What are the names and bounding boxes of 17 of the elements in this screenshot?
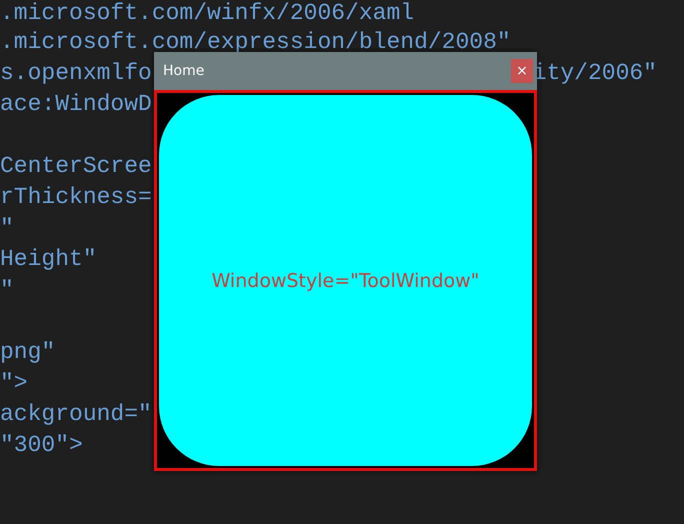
code-text: ace:WindowD <box>0 90 152 119</box>
code-text: png" <box>0 338 56 367</box>
code-text: .microsoft.com/expression/blend/2008" <box>0 28 511 57</box>
code-text: "300"> <box>0 431 83 460</box>
code-text: "> <box>0 369 28 398</box>
code-text: " <box>0 214 14 243</box>
code-text: .microsoft.com/winfx/2006/xaml <box>0 0 414 27</box>
content-text: WindowStyle="ToolWindow" <box>212 270 480 292</box>
code-text: " <box>0 276 14 305</box>
code-text: ity/2006" <box>532 59 657 88</box>
code-text: rThickness= <box>0 183 152 212</box>
window-title: Home <box>163 63 204 79</box>
code-text: Height" <box>0 245 97 274</box>
close-button[interactable]: × <box>511 59 533 83</box>
code-text: s.openxmlfo <box>0 59 152 88</box>
code-text: ackground=" <box>0 400 152 429</box>
code-text: CenterScree <box>0 152 152 181</box>
